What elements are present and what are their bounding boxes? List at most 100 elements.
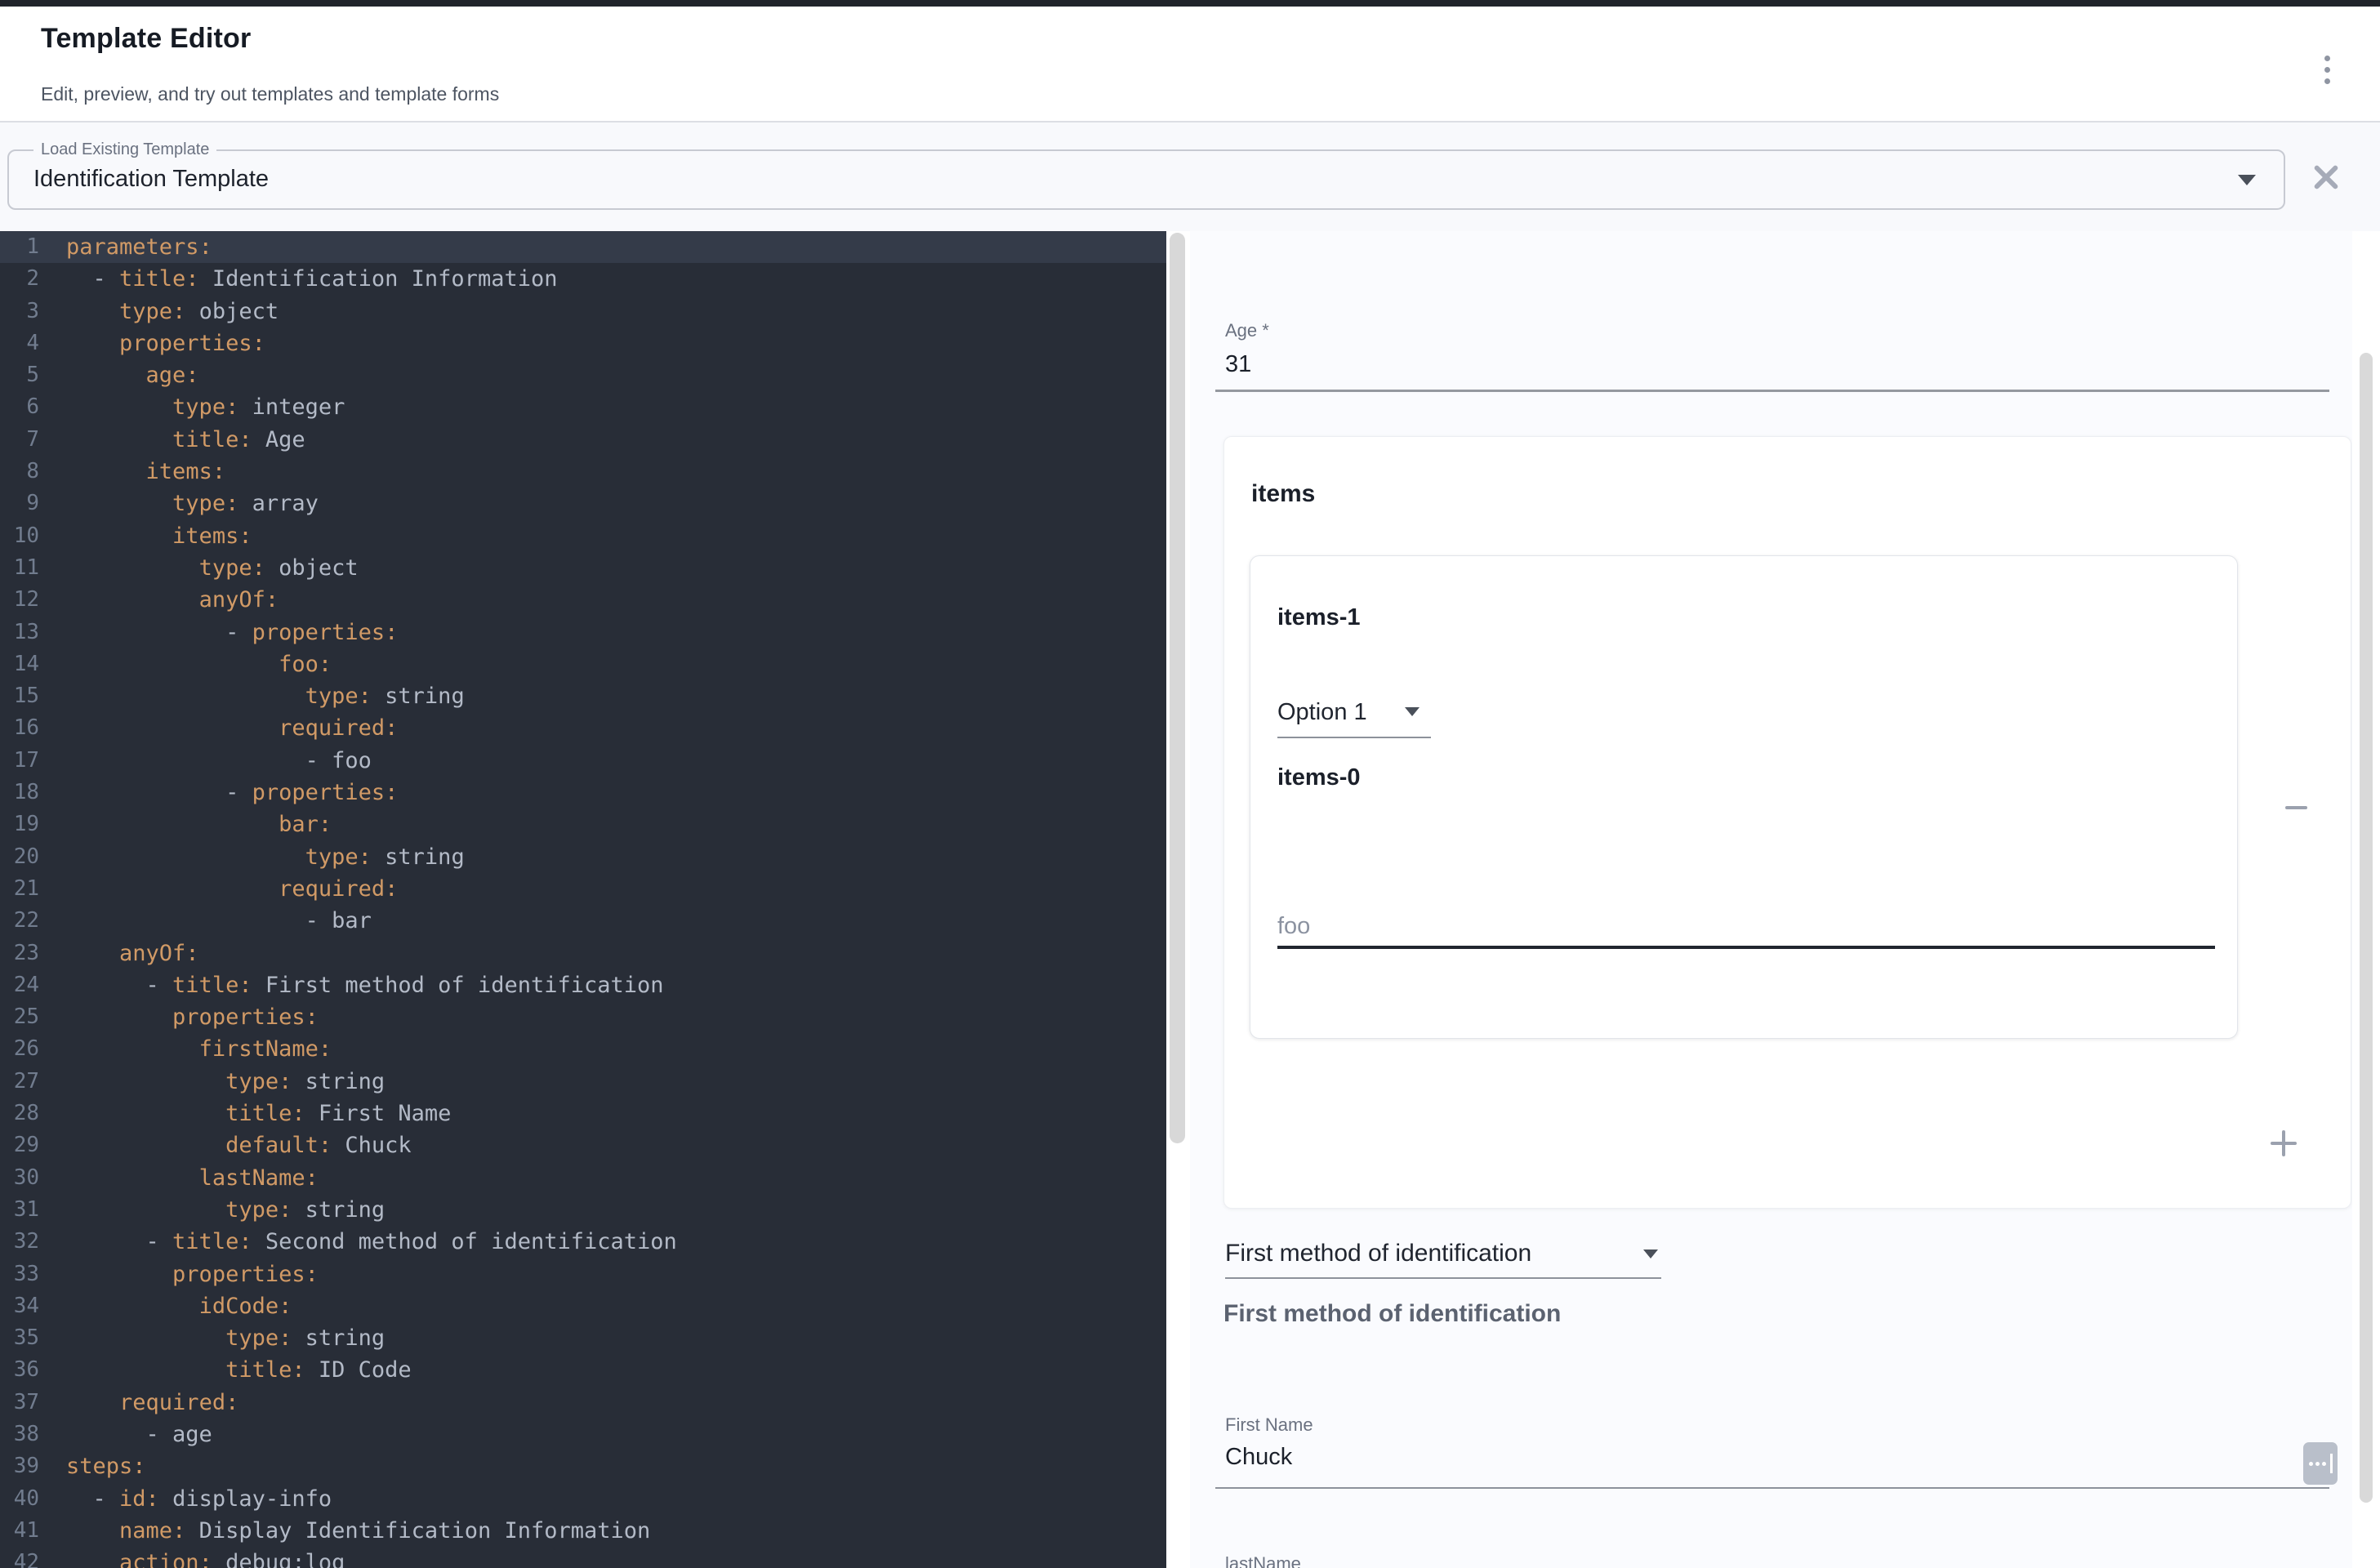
code-text: steps: — [66, 1454, 146, 1479]
chevron-down-icon — [2238, 175, 2256, 185]
code-line[interactable]: 18 - properties: — [0, 777, 1166, 808]
code-line[interactable]: 19 bar: — [0, 808, 1166, 840]
code-text: idCode: — [66, 1294, 292, 1319]
code-text: type: object — [66, 555, 359, 581]
line-number: 19 — [0, 808, 39, 840]
code-line[interactable]: 39 steps: — [0, 1450, 1166, 1482]
add-item-button[interactable] — [2269, 1129, 2298, 1158]
code-line[interactable]: 35 type: string — [0, 1322, 1166, 1354]
code-line[interactable]: 16 required: — [0, 712, 1166, 744]
code-text: type: string — [66, 1197, 385, 1223]
code-text: type: string — [66, 1325, 385, 1351]
line-number: 3 — [0, 296, 39, 327]
code-line[interactable]: 14 foo: — [0, 648, 1166, 680]
variant-select[interactable]: Option 1 — [1277, 699, 1367, 726]
code-line[interactable]: 40 - id: display-info — [0, 1483, 1166, 1515]
autofill-icon-bar — [2330, 1454, 2333, 1473]
editor-scrollbar-thumb[interactable] — [1170, 233, 1185, 1143]
code-text: - title: Identification Information — [66, 266, 557, 292]
code-line[interactable]: 12 anyOf: — [0, 584, 1166, 616]
code-line[interactable]: 1parameters: — [0, 231, 1166, 263]
code-line[interactable]: 7 title: Age — [0, 424, 1166, 456]
method-select-underline — [1225, 1277, 1661, 1279]
code-line[interactable]: 23 anyOf: — [0, 938, 1166, 969]
code-line[interactable]: 13 - properties: — [0, 617, 1166, 648]
age-field-value[interactable]: 31 — [1225, 351, 1251, 378]
code-line[interactable]: 32 - title: Second method of identificat… — [0, 1226, 1166, 1258]
code-line[interactable]: 31 type: string — [0, 1194, 1166, 1226]
code-text: name: Display Identification Information — [66, 1518, 650, 1544]
code-line[interactable]: 21 required: — [0, 873, 1166, 905]
code-line[interactable]: 36 title: ID Code — [0, 1354, 1166, 1386]
code-line[interactable]: 30 lastName: — [0, 1162, 1166, 1194]
line-number: 39 — [0, 1450, 39, 1482]
remove-item-button[interactable] — [2277, 794, 2315, 822]
code-text: foo: — [66, 652, 332, 677]
code-line[interactable]: 5 age: — [0, 359, 1166, 391]
line-number: 30 — [0, 1162, 39, 1194]
code-text: title: Age — [66, 427, 305, 452]
page-title: Template Editor — [41, 23, 251, 55]
code-text: parameters: — [66, 234, 212, 260]
code-line[interactable]: 2 - title: Identification Information — [0, 263, 1166, 295]
code-text: anyOf: — [66, 941, 199, 966]
code-line[interactable]: 24 - title: First method of identificati… — [0, 969, 1166, 1001]
code-line[interactable]: 29 default: Chuck — [0, 1129, 1166, 1161]
code-line[interactable]: 4 properties: — [0, 327, 1166, 359]
code-line[interactable]: 8 items: — [0, 456, 1166, 488]
editor-scrollbar-track[interactable] — [1166, 231, 1190, 1568]
more-options-button[interactable] — [2305, 46, 2349, 98]
code-line[interactable]: 3 type: object — [0, 296, 1166, 327]
page-scrollbar-thumb[interactable] — [2360, 353, 2373, 1503]
code-line[interactable]: 22 - bar — [0, 905, 1166, 937]
yaml-code-editor[interactable]: 1parameters:2 - title: Identification In… — [0, 231, 1166, 1568]
more-options-icon — [2324, 56, 2330, 61]
code-line[interactable]: 34 idCode: — [0, 1290, 1166, 1322]
load-existing-template-select[interactable]: Load Existing Template Identification Te… — [7, 149, 2285, 210]
method-select[interactable]: First method of identification — [1225, 1240, 1531, 1267]
code-line[interactable]: 37 required: — [0, 1387, 1166, 1419]
code-text: items: — [66, 459, 225, 484]
clear-template-button[interactable] — [2312, 163, 2340, 191]
code-line[interactable]: 42 action: debug:log — [0, 1547, 1166, 1568]
foo-input[interactable]: foo — [1277, 913, 1310, 940]
autofill-icon-dot — [2309, 1462, 2313, 1466]
code-line[interactable]: 38 - age — [0, 1419, 1166, 1450]
code-line[interactable]: 33 properties: — [0, 1258, 1166, 1290]
code-text: - age — [66, 1422, 212, 1447]
line-number: 16 — [0, 712, 39, 744]
code-line[interactable]: 25 properties: — [0, 1001, 1166, 1033]
line-number: 18 — [0, 777, 39, 808]
code-line[interactable]: 15 type: string — [0, 680, 1166, 712]
line-number: 42 — [0, 1547, 39, 1568]
first-name-value[interactable]: Chuck — [1225, 1444, 1292, 1471]
autofill-icon[interactable] — [2303, 1442, 2338, 1485]
code-text: lastName: — [66, 1165, 319, 1191]
autofill-icon-dot — [2315, 1462, 2320, 1466]
code-text: default: Chuck — [66, 1133, 412, 1158]
line-number: 40 — [0, 1483, 39, 1515]
line-number: 41 — [0, 1515, 39, 1547]
code-text: type: string — [66, 684, 465, 709]
line-number: 2 — [0, 263, 39, 295]
code-text: - foo — [66, 748, 372, 773]
code-text: type: object — [66, 299, 279, 324]
last-name-label-partial: lastName — [1225, 1553, 1301, 1568]
code-line[interactable]: 9 type: array — [0, 488, 1166, 519]
code-line[interactable]: 10 items: — [0, 520, 1166, 552]
line-number: 17 — [0, 745, 39, 777]
code-line[interactable]: 11 type: object — [0, 552, 1166, 584]
code-line[interactable]: 28 title: First Name — [0, 1098, 1166, 1129]
line-number: 32 — [0, 1226, 39, 1258]
code-line[interactable]: 27 type: string — [0, 1066, 1166, 1098]
code-text: - properties: — [66, 620, 398, 645]
line-number: 28 — [0, 1098, 39, 1129]
code-line[interactable]: 26 firstName: — [0, 1033, 1166, 1065]
line-number: 4 — [0, 327, 39, 359]
code-text: - title: First method of identification — [66, 973, 664, 998]
code-line[interactable]: 20 type: string — [0, 841, 1166, 873]
code-line[interactable]: 17 - foo — [0, 745, 1166, 777]
code-line[interactable]: 41 name: Display Identification Informat… — [0, 1515, 1166, 1547]
line-number: 10 — [0, 520, 39, 552]
code-line[interactable]: 6 type: integer — [0, 391, 1166, 423]
